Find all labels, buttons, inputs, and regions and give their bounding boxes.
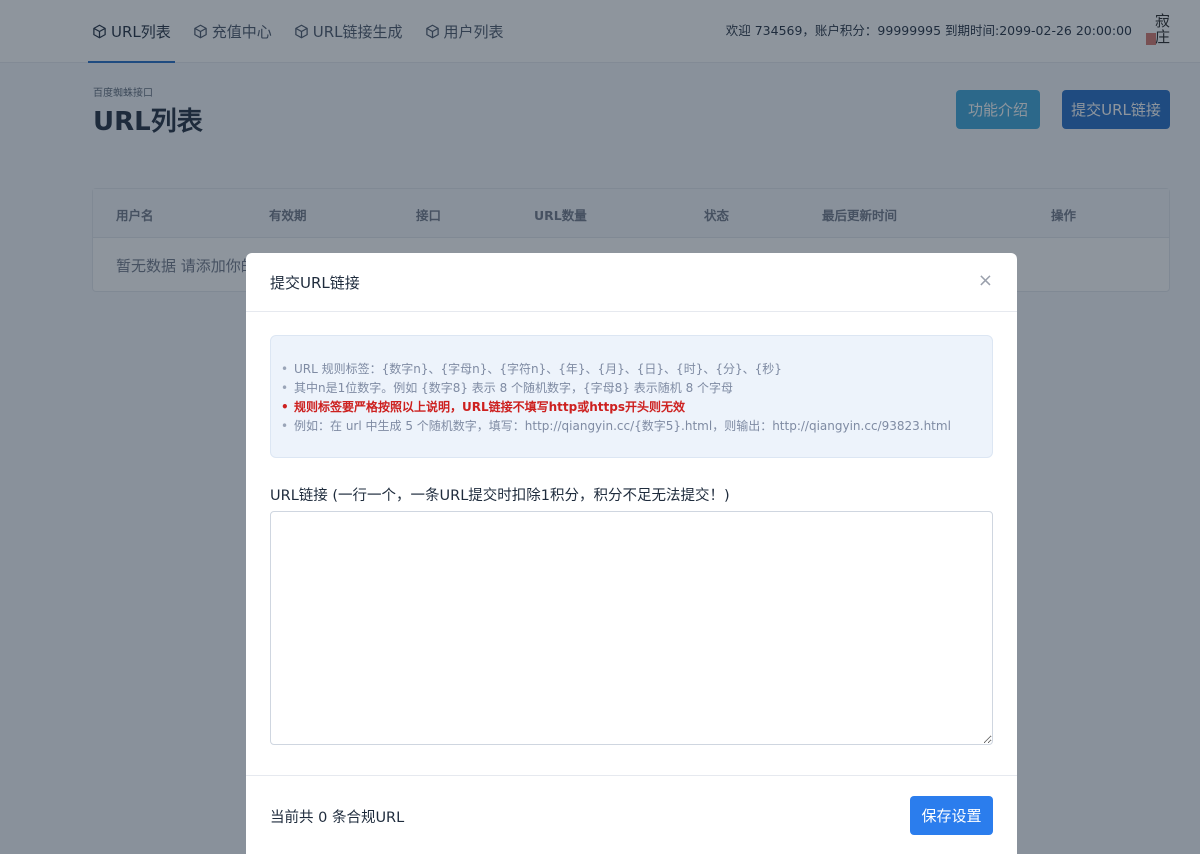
- url-rules-alert: URL 规则标签：{数字n}、{字母n}、{字符n}、{年}、{月}、{日}、{…: [270, 335, 993, 458]
- save-settings-button[interactable]: 保存设置: [910, 796, 993, 835]
- modal-footer: 当前共 0 条合规URL 保存设置: [246, 775, 1017, 854]
- modal-title: 提交URL链接: [270, 274, 360, 292]
- rules-warning-item: 规则标签要严格按照以上说明，URL链接不填写http或https开头则无效: [281, 398, 951, 417]
- rules-list-item: URL 规则标签：{数字n}、{字母n}、{字符n}、{年}、{月}、{日}、{…: [281, 360, 951, 379]
- url-field-label: URL链接 (一行一个，一条URL提交时扣除1积分，积分不足无法提交！): [270, 488, 730, 504]
- url-textarea[interactable]: [270, 511, 993, 745]
- valid-url-count: 当前共 0 条合规URL: [270, 810, 405, 826]
- rules-list: URL 规则标签：{数字n}、{字母n}、{字符n}、{年}、{月}、{日}、{…: [281, 360, 951, 436]
- rules-list-item: 其中n是1位数字。例如 {数字8} 表示 8 个随机数字，{字母8} 表示随机 …: [281, 379, 951, 398]
- close-icon[interactable]: ×: [978, 271, 993, 291]
- rules-list-item: 例如：在 url 中生成 5 个随机数字，填写：http://qiangyin.…: [281, 417, 951, 436]
- modal-header: 提交URL链接 ×: [246, 253, 1017, 312]
- submit-url-modal: 提交URL链接 × URL 规则标签：{数字n}、{字母n}、{字符n}、{年}…: [246, 253, 1017, 854]
